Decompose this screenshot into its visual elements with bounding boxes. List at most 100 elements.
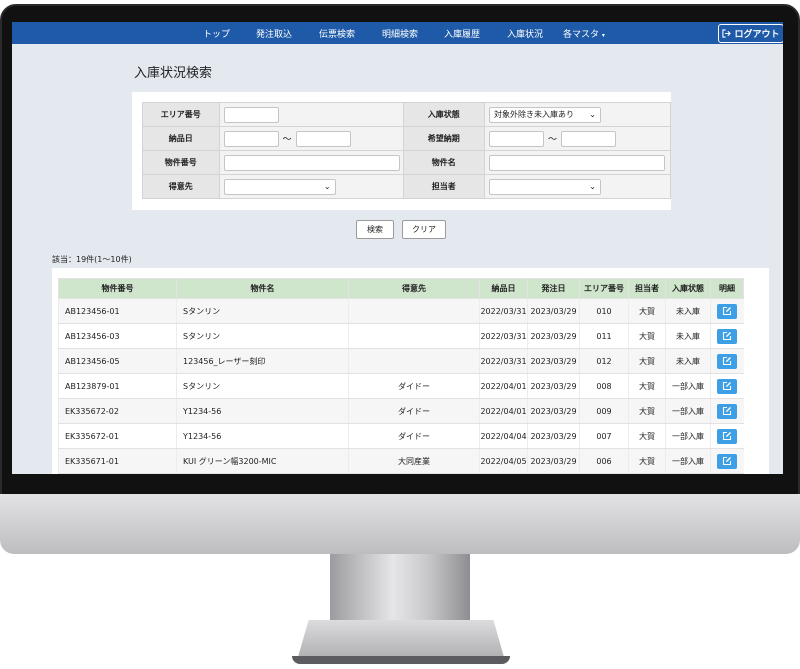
cell-receipt-status: 未入庫 bbox=[665, 298, 711, 324]
area-number-input[interactable] bbox=[223, 106, 279, 123]
col-header-item-number[interactable]: 物件番号 bbox=[58, 278, 177, 299]
nav-receipt-status[interactable]: 入庫状況 bbox=[507, 27, 543, 40]
nav-order-import[interactable]: 発注取込 bbox=[256, 27, 292, 40]
cell-item-name: Y1234-56 bbox=[176, 423, 349, 449]
cell-staff: 大賀 bbox=[628, 373, 666, 399]
nav-receipt-history[interactable]: 入庫履歴 bbox=[444, 27, 480, 40]
edit-icon bbox=[723, 431, 732, 441]
staff-select[interactable]: ⌄ bbox=[489, 178, 601, 195]
cell-order-date: 2023/03/29 bbox=[527, 348, 580, 374]
item-number-label: 物件番号 bbox=[142, 150, 220, 175]
cell-detail bbox=[710, 323, 744, 349]
cell-area-number: 007 bbox=[579, 423, 629, 449]
cell-order-date: 2023/03/29 bbox=[527, 323, 580, 349]
cell-item-name: KUI グリーン幅3200-MIC bbox=[176, 448, 349, 474]
cell-receipt-status: 一部入庫 bbox=[665, 448, 711, 474]
delivery-date-from-input[interactable] bbox=[223, 130, 279, 147]
cell-item-number: EK335672-01 bbox=[58, 423, 177, 449]
edit-button[interactable] bbox=[717, 353, 738, 369]
cell-receipt-status: 未入庫 bbox=[665, 348, 711, 374]
col-header-detail: 明細 bbox=[710, 278, 744, 299]
cell-staff: 大賀 bbox=[628, 448, 666, 474]
cell-detail bbox=[710, 298, 744, 324]
cell-order-date: 2023/03/29 bbox=[527, 398, 580, 424]
cell-staff: 大賀 bbox=[628, 323, 666, 349]
receipt-status-value: 対象外除き未入庫あり bbox=[494, 110, 574, 119]
edit-button[interactable] bbox=[717, 328, 738, 344]
edit-button[interactable] bbox=[717, 378, 738, 394]
monitor-stand-edge bbox=[292, 656, 510, 664]
col-header-area-number[interactable]: エリア番号 bbox=[579, 278, 629, 299]
item-number-input[interactable] bbox=[223, 154, 400, 171]
col-header-receipt-status[interactable]: 入庫状態 bbox=[665, 278, 711, 299]
col-header-delivery-date[interactable]: 納品日 bbox=[479, 278, 528, 299]
cell-customer: ダイドー bbox=[348, 423, 480, 449]
cell-item-name: Sタンリン bbox=[176, 323, 349, 349]
clear-button[interactable]: クリア bbox=[402, 220, 446, 239]
cell-item-number: AB123456-01 bbox=[58, 298, 177, 324]
desired-date-from-input[interactable] bbox=[489, 130, 544, 147]
col-header-customer[interactable]: 得意先 bbox=[348, 278, 480, 299]
delivery-date-label: 納品日 bbox=[142, 126, 220, 151]
navbar: トップ 発注取込 伝票検索 明細検索 入庫履歴 入庫状況 各マスタ ▾ ログアウ… bbox=[12, 22, 783, 44]
cell-area-number: 008 bbox=[579, 373, 629, 399]
cell-delivery-date: 2022/03/31 bbox=[479, 298, 528, 324]
delivery-date-to-input[interactable] bbox=[295, 130, 351, 147]
cell-delivery-date: 2022/04/04 bbox=[479, 423, 528, 449]
edit-button[interactable] bbox=[717, 453, 738, 469]
edit-icon bbox=[723, 306, 732, 316]
table-row: EK335672-01 Y1234-56 ダイドー 2022/04/04 2023/03… bbox=[58, 423, 744, 449]
search-button[interactable]: 検索 bbox=[356, 220, 394, 239]
logout-button[interactable]: ログアウト bbox=[718, 24, 783, 43]
monitor-chin bbox=[0, 494, 800, 554]
cell-customer: ダイドー bbox=[348, 373, 480, 399]
item-name-input[interactable] bbox=[489, 154, 665, 171]
cell-delivery-date: 2022/04/01 bbox=[479, 398, 528, 424]
nav-masters[interactable]: 各マスタ ▾ bbox=[563, 27, 605, 40]
cell-staff: 大賀 bbox=[628, 423, 666, 449]
table-row: EK335672-02 Y1234-56 ダイドー 2022/04/01 2023/03… bbox=[58, 398, 744, 424]
cell-item-number: AB123879-01 bbox=[58, 373, 177, 399]
col-header-order-date[interactable]: 発注日 bbox=[527, 278, 580, 299]
cell-area-number: 011 bbox=[579, 323, 629, 349]
cell-receipt-status: 未入庫 bbox=[665, 323, 711, 349]
cell-detail bbox=[710, 373, 744, 399]
cell-item-name: Sタンリン bbox=[176, 373, 349, 399]
col-header-item-name[interactable]: 物件名 bbox=[176, 278, 349, 299]
cell-customer bbox=[348, 323, 480, 349]
nav-detail-search[interactable]: 明細検索 bbox=[382, 27, 418, 40]
chevron-down-icon: ⌄ bbox=[589, 110, 596, 119]
edit-button[interactable] bbox=[717, 428, 738, 444]
customer-label: 得意先 bbox=[142, 174, 220, 199]
nav-slip-search[interactable]: 伝票検索 bbox=[319, 27, 355, 40]
cell-customer: 大同産業 bbox=[348, 448, 480, 474]
cell-item-number: EK335672-02 bbox=[58, 398, 177, 424]
cell-delivery-date: 2022/04/05 bbox=[479, 448, 528, 474]
cell-area-number: 010 bbox=[579, 298, 629, 324]
customer-select[interactable]: ⌄ bbox=[223, 178, 336, 195]
range-tilde: 〜 bbox=[548, 135, 558, 145]
receipt-status-select[interactable]: 対象外除き未入庫あり ⌄ bbox=[489, 106, 601, 123]
col-header-staff[interactable]: 担当者 bbox=[628, 278, 666, 299]
cell-receipt-status: 一部入庫 bbox=[665, 373, 711, 399]
cell-area-number: 006 bbox=[579, 448, 629, 474]
screen: トップ 発注取込 伝票検索 明細検索 入庫履歴 入庫状況 各マスタ ▾ ログアウ… bbox=[12, 22, 783, 474]
cell-delivery-date: 2022/04/01 bbox=[479, 373, 528, 399]
cell-detail bbox=[710, 423, 744, 449]
cell-staff: 大賀 bbox=[628, 398, 666, 424]
desired-date-to-input[interactable] bbox=[561, 130, 617, 147]
nav-top[interactable]: トップ bbox=[203, 27, 230, 40]
cell-item-number: AB123456-05 bbox=[58, 348, 177, 374]
edit-icon bbox=[723, 456, 732, 466]
nav-masters-label: 各マスタ bbox=[563, 30, 600, 40]
table-header-row: 物件番号 物件名 得意先 納品日 発注日 エリア番号 担当者 入庫状態 明細 bbox=[58, 278, 744, 299]
chevron-down-icon: ⌄ bbox=[589, 182, 596, 191]
cell-area-number: 012 bbox=[579, 348, 629, 374]
logout-label: ログアウト bbox=[734, 30, 780, 40]
cell-receipt-status: 一部入庫 bbox=[665, 423, 711, 449]
cell-order-date: 2023/03/29 bbox=[527, 448, 580, 474]
cell-customer bbox=[348, 348, 480, 374]
edit-button[interactable] bbox=[717, 403, 738, 419]
edit-button[interactable] bbox=[717, 303, 738, 319]
cell-item-number: EK335671-01 bbox=[58, 448, 177, 474]
